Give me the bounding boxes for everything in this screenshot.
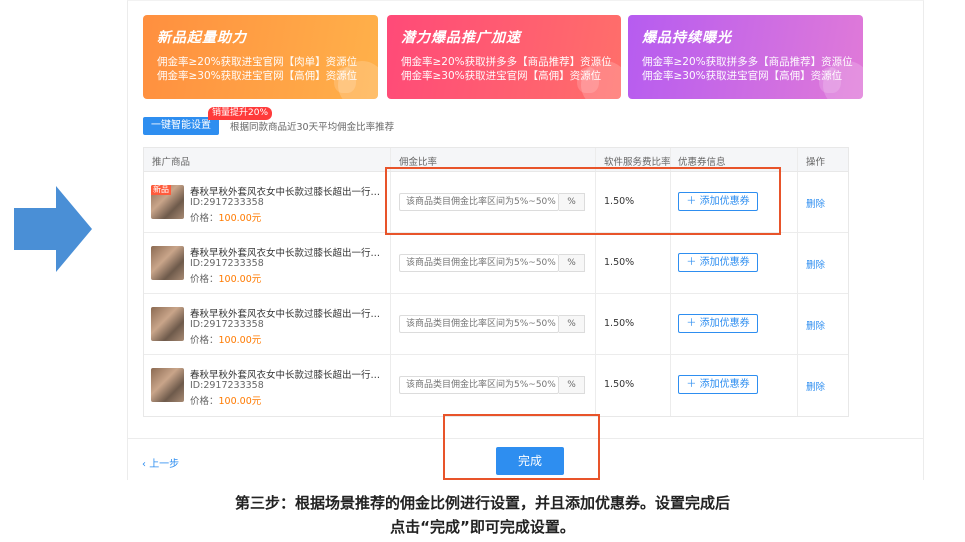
- commission-setting-panel: 新品起量助力 佣金率≥20%获取进宝官网【肉单】资源位 佣金率≥30%获取进宝官…: [127, 0, 924, 480]
- instruction-caption-line2: 点击“完成”即可完成设置。: [390, 518, 575, 536]
- header-fee: 软件服务费比率: [604, 157, 671, 168]
- add-coupon-button[interactable]: ＋ 添加优惠券: [678, 192, 758, 211]
- new-product-tag: 新品: [151, 185, 171, 195]
- smart-setting-hint: 根据同款商品近30天平均佣金比率推荐: [230, 122, 395, 133]
- commission-rate-input[interactable]: [399, 254, 559, 272]
- card-decoration: [577, 67, 599, 93]
- product-price: 价格：100.00元: [190, 271, 261, 285]
- product-name[interactable]: 春秋早秋外套风衣女中长款过膝长超出一行就打点…: [190, 306, 384, 320]
- coupon-label: 添加优惠券: [699, 379, 750, 390]
- scenario-card-new-product: 新品起量助力 佣金率≥20%获取进宝官网【肉单】资源位 佣金率≥30%获取进宝官…: [143, 15, 378, 99]
- product-id: ID:2917233358: [190, 197, 264, 208]
- card-line: 佣金率≥20%获取拼多多【商品推荐】资源位: [401, 56, 612, 68]
- rate-unit: %: [559, 376, 585, 394]
- card-title: 潜力爆品推广加速: [401, 30, 521, 46]
- instruction-caption-line1: 第三步：根据场景推荐的佣金比例进行设置，并且添加优惠券。设置完成后: [234, 494, 730, 512]
- price-label: 价格：: [190, 213, 219, 224]
- delete-link[interactable]: 删除: [806, 379, 825, 393]
- plus-icon: ＋: [686, 318, 700, 329]
- prev-step-link[interactable]: ‹ 上一步: [142, 455, 179, 470]
- table-row: 春秋早秋外套风衣女中长款过膝长超出一行就打点… ID:2917233358 价格…: [144, 233, 848, 294]
- commission-rate-input[interactable]: [399, 193, 559, 211]
- price-value: 100.00元: [218, 396, 262, 407]
- product-price: 价格：100.00元: [190, 332, 261, 346]
- coupon-label: 添加优惠券: [699, 318, 750, 329]
- product-id: ID:2917233358: [190, 319, 264, 330]
- plus-icon: ＋: [686, 257, 700, 268]
- card-line: 佣金率≥20%获取进宝官网【肉单】资源位: [157, 56, 358, 68]
- prev-step-label: 上一步: [149, 459, 180, 470]
- table-row: 新品 春秋早秋外套风衣女中长款过膝长超出一行就打点… ID:2917233358…: [144, 172, 848, 233]
- commission-rate-input[interactable]: [399, 376, 559, 394]
- product-table: 推广商品 佣金比率 软件服务费比率 优惠券信息 操作 新品 春秋早秋外套风衣女中…: [143, 147, 849, 417]
- service-fee-rate: 1.50%: [604, 196, 635, 207]
- add-coupon-button[interactable]: ＋ 添加优惠券: [678, 253, 758, 272]
- right-arrow-icon: [14, 186, 92, 272]
- rate-unit: %: [559, 315, 585, 333]
- header-product: 推广商品: [152, 157, 191, 168]
- delete-link[interactable]: 删除: [806, 257, 825, 271]
- header-rate: 佣金比率: [399, 157, 438, 168]
- product-price: 价格：100.00元: [190, 393, 261, 407]
- price-value: 100.00元: [218, 335, 262, 346]
- plus-icon: ＋: [686, 379, 700, 390]
- footer-divider: [128, 438, 923, 439]
- scenario-card-hot-product: 爆品持续曝光 佣金率≥20%获取拼多多【商品推荐】资源位 佣金率≥30%获取进宝…: [628, 15, 863, 99]
- price-label: 价格：: [190, 274, 219, 285]
- card-line: 佣金率≥20%获取拼多多【商品推荐】资源位: [642, 56, 853, 68]
- table-row: 春秋早秋外套风衣女中长款过膝长超出一行就打点… ID:2917233358 价格…: [144, 355, 848, 416]
- product-thumbnail: 新品: [151, 185, 184, 219]
- price-value: 100.00元: [218, 274, 262, 285]
- price-label: 价格：: [190, 396, 219, 407]
- header-action: 操作: [806, 157, 826, 168]
- price-value: 100.00元: [218, 213, 262, 224]
- card-line: 佣金率≥30%获取进宝官网【高佣】资源位: [642, 70, 843, 82]
- delete-link[interactable]: 删除: [806, 318, 825, 332]
- product-name[interactable]: 春秋早秋外套风衣女中长款过膝长超出一行就打点…: [190, 184, 384, 198]
- service-fee-rate: 1.50%: [604, 379, 635, 390]
- card-title: 爆品持续曝光: [642, 30, 732, 46]
- service-fee-rate: 1.50%: [604, 257, 635, 268]
- header-coupon: 优惠券信息: [678, 157, 726, 168]
- coupon-label: 添加优惠券: [699, 196, 750, 207]
- plus-icon: ＋: [686, 196, 700, 207]
- service-fee-rate: 1.50%: [604, 318, 635, 329]
- product-id: ID:2917233358: [190, 380, 264, 391]
- add-coupon-button[interactable]: ＋ 添加优惠券: [678, 314, 758, 333]
- product-id: ID:2917233358: [190, 258, 264, 269]
- product-thumbnail: [151, 368, 184, 402]
- card-decoration: [819, 67, 841, 93]
- card-title: 新品起量助力: [157, 30, 247, 46]
- rate-unit: %: [559, 193, 585, 211]
- rate-unit: %: [559, 254, 585, 272]
- product-name[interactable]: 春秋早秋外套风衣女中长款过膝长超出一行就打点…: [190, 245, 384, 259]
- product-thumbnail: [151, 246, 184, 280]
- table-header: 推广商品 佣金比率 软件服务费比率 优惠券信息 操作: [144, 148, 848, 172]
- add-coupon-button[interactable]: ＋ 添加优惠券: [678, 375, 758, 394]
- scenario-card-potential-product: 潜力爆品推广加速 佣金率≥20%获取拼多多【商品推荐】资源位 佣金率≥30%获取…: [387, 15, 621, 99]
- card-decoration: [334, 67, 356, 93]
- table-row: 春秋早秋外套风衣女中长款过膝长超出一行就打点… ID:2917233358 价格…: [144, 294, 848, 355]
- product-price: 价格：100.00元: [190, 210, 261, 224]
- product-name[interactable]: 春秋早秋外套风衣女中长款过膝长超出一行就打点…: [190, 367, 384, 381]
- coupon-label: 添加优惠券: [699, 257, 750, 268]
- card-line: 佣金率≥30%获取进宝官网【高佣】资源位: [157, 70, 358, 82]
- delete-link[interactable]: 删除: [806, 196, 825, 210]
- done-button[interactable]: 完成: [496, 447, 564, 475]
- price-label: 价格：: [190, 335, 219, 346]
- product-thumbnail: [151, 307, 184, 341]
- commission-rate-input[interactable]: [399, 315, 559, 333]
